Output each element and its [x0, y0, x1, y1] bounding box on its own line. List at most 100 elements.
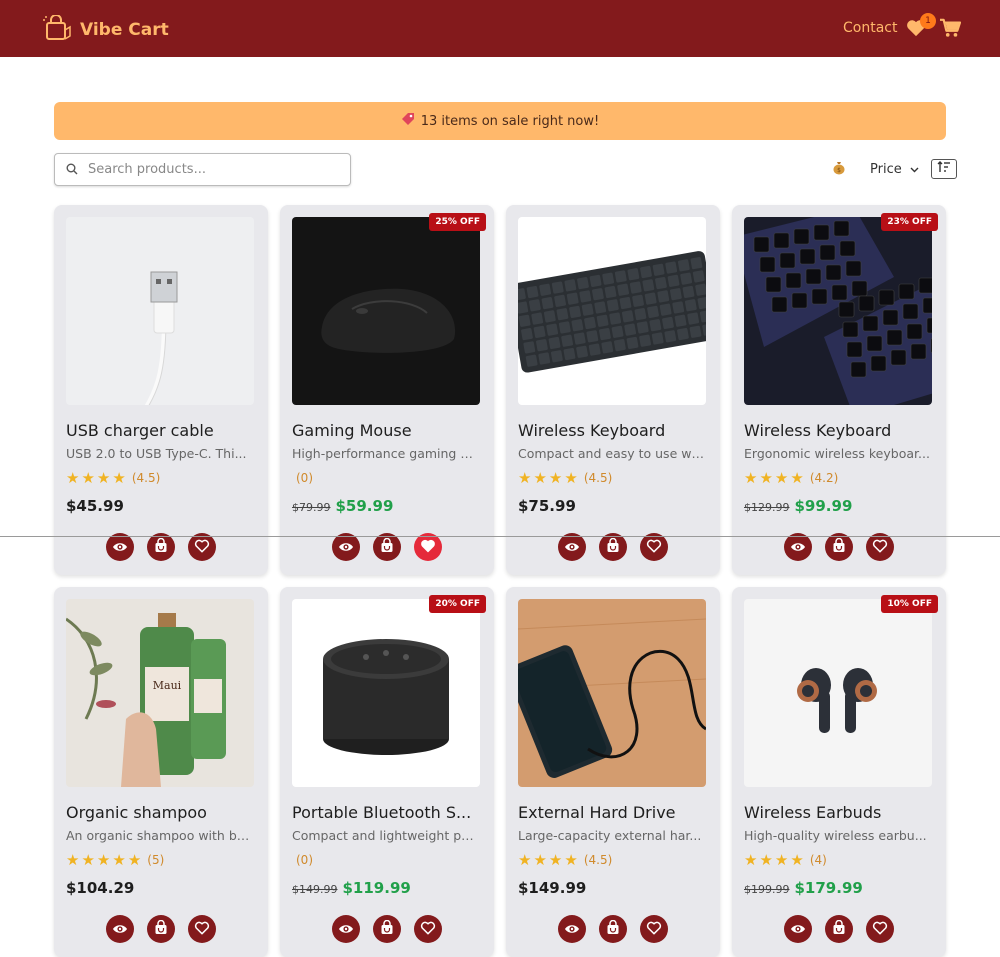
current-price: $59.99 — [335, 497, 394, 515]
star-icon: ★ — [533, 851, 547, 869]
product-card[interactable]: 10% OFF Wireless Earbuds High-quality wire… — [732, 587, 946, 957]
heart-icon — [420, 538, 436, 557]
star-icon: ★ — [66, 851, 80, 869]
product-price: $149.99 $119.99 — [292, 879, 411, 897]
product-actions — [280, 915, 494, 943]
rating-count: (4.2) — [809, 471, 839, 485]
original-price: $149.99 — [292, 883, 338, 896]
product-image[interactable]: Maui — [66, 599, 254, 787]
add-to-cart-button[interactable] — [599, 533, 627, 561]
add-to-cart-button[interactable] — [147, 915, 175, 943]
product-image-shampoo: Maui — [66, 599, 254, 787]
product-image[interactable] — [292, 599, 480, 787]
wishlist-button[interactable] — [640, 915, 668, 943]
product-image[interactable] — [744, 599, 932, 787]
product-title[interactable]: Organic shampoo — [66, 803, 258, 822]
sort-direction-button[interactable] — [930, 159, 957, 179]
wishlist-button[interactable] — [866, 915, 894, 943]
product-image-hard-drive — [518, 599, 706, 787]
rating-count: (4.5) — [583, 471, 613, 485]
current-price: $99.99 — [794, 497, 853, 515]
current-price: $149.99 — [518, 879, 587, 897]
wishlist-button[interactable] — [866, 533, 894, 561]
product-card[interactable]: 25% OFF Gaming Mouse High-performance gami… — [280, 205, 494, 575]
star-icon: ★ — [518, 851, 532, 869]
quick-view-button[interactable] — [106, 915, 134, 943]
quick-view-button[interactable] — [784, 915, 812, 943]
product-description: USB 2.0 to USB Type-C. Thi... — [66, 446, 247, 461]
quick-view-button[interactable] — [558, 915, 586, 943]
eye-icon — [112, 920, 128, 939]
wishlist-button[interactable] — [188, 915, 216, 943]
star-icon: ★ — [127, 851, 142, 869]
add-to-cart-button[interactable] — [373, 533, 401, 561]
current-price: $179.99 — [794, 879, 863, 897]
brand-logo[interactable]: Vibe Cart — [42, 14, 169, 45]
wishlist-button[interactable] — [640, 533, 668, 561]
product-title[interactable]: Wireless Keyboard — [744, 421, 936, 440]
add-to-cart-button[interactable] — [599, 915, 627, 943]
star-icon: ★ — [744, 469, 758, 487]
product-title[interactable]: External Hard Drive — [518, 803, 710, 822]
product-title[interactable]: Gaming Mouse — [292, 421, 484, 440]
add-to-cart-button[interactable] — [147, 533, 175, 561]
product-image[interactable] — [518, 217, 706, 405]
eye-icon — [338, 538, 354, 557]
sale-banner: 13 items on sale right now! — [54, 102, 946, 140]
product-title[interactable]: USB charger cable — [66, 421, 258, 440]
shopping-bag-icon — [42, 14, 72, 45]
product-image[interactable] — [66, 217, 254, 405]
svg-text:Maui: Maui — [153, 679, 182, 692]
product-image-earbuds — [744, 599, 932, 787]
wishlist-button[interactable] — [414, 533, 442, 561]
star-icon: ★ — [548, 469, 563, 487]
product-image[interactable] — [518, 599, 706, 787]
product-card[interactable]: Wireless Keyboard Compact and easy to use… — [506, 205, 720, 575]
quick-view-button[interactable] — [332, 533, 360, 561]
product-title[interactable]: Wireless Earbuds — [744, 803, 936, 822]
product-card[interactable]: Maui Organic shampoo An organic shampoo wi… — [54, 587, 268, 957]
product-card[interactable]: 20% OFF Portable Bluetooth S... Compact an… — [280, 587, 494, 957]
product-actions — [732, 915, 946, 943]
product-price: $45.99 — [66, 497, 124, 515]
product-card[interactable]: USB charger cable USB 2.0 to USB Type-C. … — [54, 205, 268, 575]
star-icon: ★ — [96, 851, 111, 869]
add-to-cart-button[interactable] — [825, 915, 853, 943]
product-card[interactable]: External Hard Drive Large-capacity extern… — [506, 587, 720, 957]
original-price: $79.99 — [292, 501, 331, 514]
shopping-bag-icon — [832, 919, 846, 939]
star-icon: ★ — [790, 851, 804, 869]
discount-badge: 10% OFF — [881, 595, 938, 613]
cart-icon[interactable] — [939, 18, 962, 42]
shopping-bag-icon — [154, 537, 168, 557]
wishlist-button[interactable] — [188, 533, 216, 561]
product-title[interactable]: Portable Bluetooth S... — [292, 803, 484, 822]
product-image[interactable] — [744, 217, 932, 405]
add-to-cart-button[interactable] — [825, 533, 853, 561]
product-image-speaker — [292, 599, 480, 787]
product-description: Ergonomic wireless keyboar... — [744, 446, 930, 461]
sort-select[interactable]: Price — [870, 162, 919, 177]
product-card[interactable]: 23% OFF Wireless Keyboard Ergonomic wirele… — [732, 205, 946, 575]
quick-view-button[interactable] — [106, 533, 134, 561]
heart-icon — [420, 920, 436, 939]
star-icon: ★ — [81, 851, 95, 869]
search-box — [54, 153, 351, 186]
search-input[interactable] — [88, 162, 338, 177]
shopping-bag-icon — [154, 919, 168, 939]
quick-view-button[interactable] — [332, 915, 360, 943]
nav-contact-link[interactable]: Contact — [843, 20, 897, 36]
sort-ascending-icon — [937, 161, 951, 177]
wishlist-button[interactable] — [414, 915, 442, 943]
add-to-cart-button[interactable] — [373, 915, 401, 943]
quick-view-button[interactable] — [784, 533, 812, 561]
discount-badge: 20% OFF — [429, 595, 486, 613]
quick-view-button[interactable] — [558, 533, 586, 561]
shopping-bag-icon — [380, 537, 394, 557]
product-title[interactable]: Wireless Keyboard — [518, 421, 710, 440]
product-rating: ★ ★ ★ ★ ★ (5) — [66, 851, 164, 869]
star-icon: ★ — [744, 851, 758, 869]
product-image[interactable] — [292, 217, 480, 405]
tag-icon — [401, 112, 415, 130]
current-price: $119.99 — [342, 879, 411, 897]
